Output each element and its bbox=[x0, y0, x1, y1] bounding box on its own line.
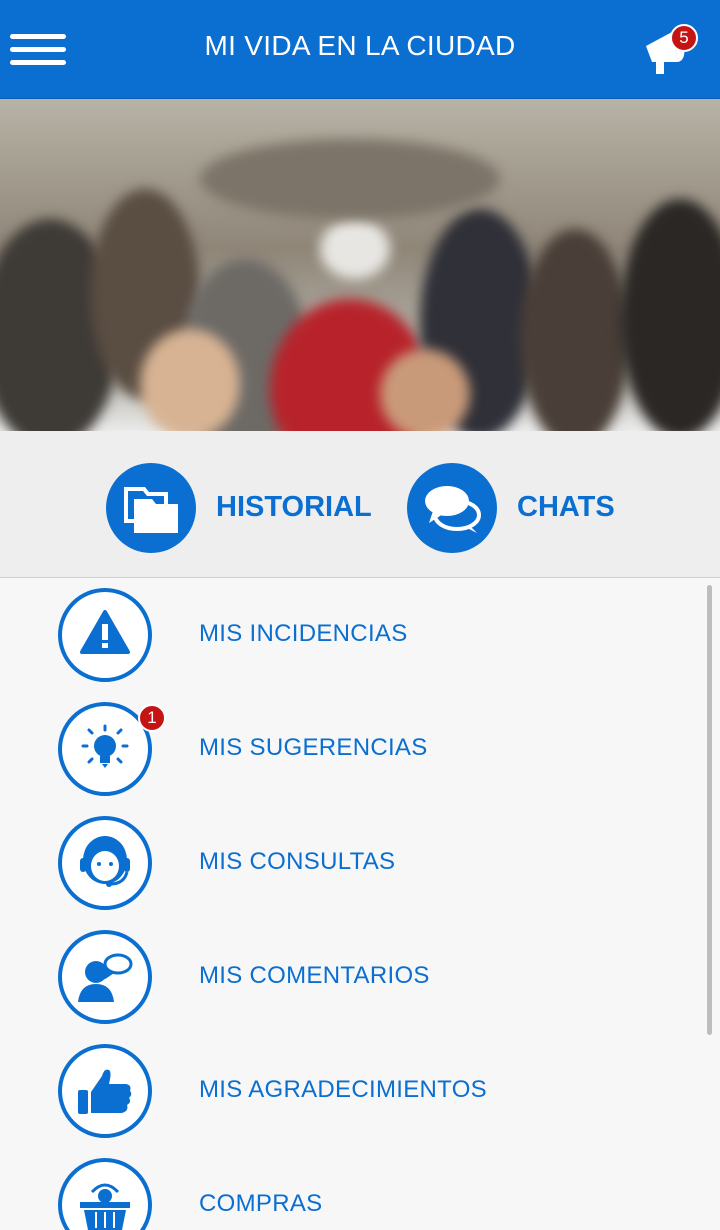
chats-label: CHATS bbox=[517, 491, 615, 523]
chat-bubbles-icon bbox=[407, 463, 497, 553]
list-item-label: MIS INCIDENCIAS bbox=[199, 620, 408, 647]
list-item-compras[interactable]: COMPRAS bbox=[0, 1148, 700, 1230]
person-speech-icon bbox=[58, 930, 152, 1024]
list-item-label: COMPRAS bbox=[199, 1190, 323, 1217]
notification-count-badge: 5 bbox=[670, 24, 698, 52]
headset-operator-icon bbox=[58, 816, 152, 910]
folder-icon bbox=[106, 463, 196, 553]
list-item-label: MIS AGRADECIMIENTOS bbox=[199, 1076, 487, 1103]
warning-icon bbox=[58, 588, 152, 682]
notifications-button[interactable]: 5 bbox=[640, 22, 704, 78]
list-item-incidencias[interactable]: MIS INCIDENCIAS bbox=[0, 578, 700, 692]
list-item-comentarios[interactable]: MIS COMENTARIOS bbox=[0, 920, 700, 1034]
quick-actions-bar: HISTORIAL CHATS bbox=[0, 431, 720, 578]
list-item-label: MIS SUGERENCIAS bbox=[199, 734, 428, 761]
list-item-agradecimientos[interactable]: MIS AGRADECIMIENTOS bbox=[0, 1034, 700, 1148]
suggestions-count-badge: 1 bbox=[138, 704, 166, 732]
shopping-basket-icon bbox=[58, 1158, 152, 1230]
historial-button[interactable]: HISTORIAL bbox=[106, 463, 376, 553]
list-item-label: MIS CONSULTAS bbox=[199, 848, 396, 875]
page-title: MI VIDA EN LA CIUDAD bbox=[204, 30, 516, 61]
historial-label: HISTORIAL bbox=[216, 491, 372, 523]
list-scrollbar[interactable] bbox=[707, 585, 712, 1035]
chats-button[interactable]: CHATS bbox=[407, 463, 627, 553]
list-item-sugerencias[interactable]: 1 MIS SUGERENCIAS bbox=[0, 692, 700, 806]
list-item-label: MIS COMENTARIOS bbox=[199, 962, 430, 989]
app-bar: MI VIDA EN LA CIUDAD 5 bbox=[0, 0, 720, 99]
thumbs-up-icon bbox=[58, 1044, 152, 1138]
list-item-consultas[interactable]: MIS CONSULTAS bbox=[0, 806, 700, 920]
hero-banner-image bbox=[0, 99, 720, 431]
menu-list: MIS INCIDENCIAS 1 MIS SUGERENCIAS MIS CO… bbox=[0, 578, 720, 1230]
